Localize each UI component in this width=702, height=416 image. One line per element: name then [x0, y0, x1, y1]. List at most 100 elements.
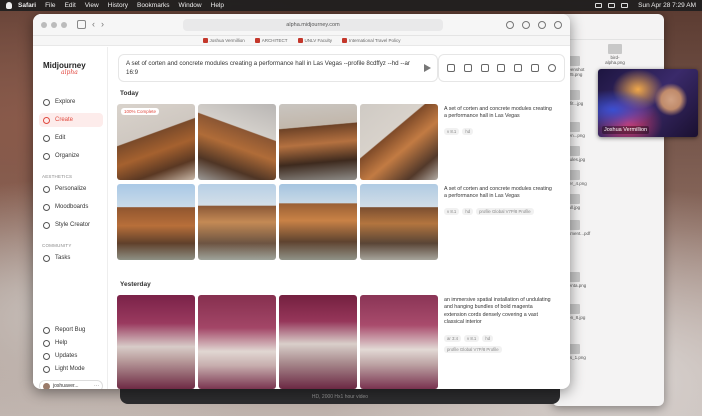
- param-tag[interactable]: hd: [482, 335, 494, 342]
- menu-window[interactable]: Window: [179, 2, 202, 9]
- grid-icon[interactable]: [530, 64, 539, 72]
- section-community: COMMUNITY: [42, 243, 72, 248]
- status-badge: 100% Complete: [121, 108, 160, 115]
- new-tab-icon[interactable]: [538, 20, 546, 29]
- generated-image[interactable]: [360, 184, 438, 260]
- generated-image[interactable]: [117, 184, 195, 260]
- forward-arrow-icon[interactable]: ›: [101, 20, 104, 29]
- thumbs-up-icon: [43, 254, 50, 262]
- prompt-description[interactable]: A set of corten and concrete modules cre…: [444, 186, 556, 201]
- menu-edit[interactable]: Edit: [65, 2, 76, 9]
- prompt-input[interactable]: A set of corten and concrete modules cre…: [118, 54, 438, 82]
- nav-label: Organize: [55, 153, 80, 159]
- nav-report-bug[interactable]: Report Bug: [39, 323, 103, 337]
- nav-style-creator[interactable]: Style Creator: [39, 218, 103, 232]
- param-tag[interactable]: profile Global V7P/8 Profile: [476, 208, 534, 215]
- nav-updates[interactable]: Updates: [39, 349, 103, 363]
- tab-overview-icon[interactable]: [554, 20, 562, 29]
- sliders-icon[interactable]: [464, 64, 473, 72]
- address-bar[interactable]: alpha.midjourney.com: [183, 19, 443, 31]
- nav-label: Updates: [55, 353, 78, 359]
- bookmark-label: ARCHITECT: [261, 38, 288, 43]
- window-minimize-button[interactable]: [51, 21, 57, 28]
- generated-image[interactable]: [279, 104, 357, 180]
- app-sidebar: Midjourney alpha Explore Create Edit Org…: [33, 47, 108, 389]
- battery-icon[interactable]: [595, 3, 603, 8]
- prompt-description[interactable]: A set of corten and concrete modules cre…: [444, 106, 556, 121]
- nav-explore[interactable]: Explore: [39, 95, 103, 109]
- user-name: joshuaver...: [53, 383, 79, 389]
- user-account-button[interactable]: joshuaver... ···: [39, 380, 103, 389]
- generated-image[interactable]: [198, 104, 276, 180]
- param-tag[interactable]: ar 3:4: [444, 335, 461, 342]
- bookmark-item[interactable]: Joshua Vermillion: [202, 38, 245, 43]
- download-icon[interactable]: [506, 20, 514, 29]
- wifi-icon[interactable]: [608, 3, 616, 8]
- generated-image[interactable]: [279, 295, 357, 389]
- more-icon[interactable]: ···: [94, 383, 99, 389]
- param-tag[interactable]: hd: [462, 128, 474, 135]
- share-icon[interactable]: [522, 20, 530, 29]
- prompt-description[interactable]: an immersive spatial installation of und…: [444, 297, 556, 326]
- safari-window[interactable]: ‹ › alpha.midjourney.com Joshua Vermilli…: [33, 14, 570, 389]
- sidebar-toggle-icon[interactable]: [77, 20, 86, 29]
- window-zoom-button[interactable]: [61, 21, 67, 28]
- moodboard-icon: [43, 203, 50, 211]
- param-tag[interactable]: hd: [462, 208, 474, 215]
- chat-icon[interactable]: [514, 64, 523, 72]
- sliders-icon: [43, 185, 50, 193]
- control-center-icon[interactable]: [621, 3, 629, 8]
- webcam-overlay: Joshua Vermillion: [598, 69, 698, 137]
- apple-icon[interactable]: [6, 2, 12, 9]
- menu-view[interactable]: View: [85, 2, 99, 9]
- avatar: [43, 382, 50, 389]
- generated-image[interactable]: [198, 184, 276, 260]
- nav-help[interactable]: Help: [39, 336, 103, 350]
- menu-help[interactable]: Help: [211, 2, 224, 9]
- image-settings-icon[interactable]: [447, 64, 456, 72]
- param-tag[interactable]: v 8.1: [444, 128, 460, 135]
- menu-bookmarks[interactable]: Bookmarks: [137, 2, 170, 9]
- bookmark-label: International Travel Policy: [348, 38, 401, 43]
- nav-moodboards[interactable]: Moodboards: [39, 200, 103, 214]
- file-thumbnail: [608, 44, 622, 54]
- window-close-button[interactable]: [41, 21, 47, 28]
- bookmark-item[interactable]: UNLV Faculty: [297, 38, 332, 43]
- nav-tasks[interactable]: Tasks: [39, 251, 103, 265]
- send-icon[interactable]: [424, 64, 431, 72]
- nav-edit[interactable]: Edit: [39, 131, 103, 145]
- nav-label: Create: [55, 117, 74, 123]
- nav-create[interactable]: Create: [39, 113, 103, 127]
- back-arrow-icon[interactable]: ‹: [92, 20, 95, 29]
- bookmark-favicon: [254, 38, 260, 43]
- filter-icon[interactable]: [497, 64, 506, 72]
- search-icon[interactable]: [547, 64, 556, 72]
- bookmark-label: Joshua Vermillion: [209, 38, 245, 43]
- bookmark-item[interactable]: ARCHITECT: [254, 38, 288, 43]
- folder-icon[interactable]: [480, 64, 489, 72]
- param-tag[interactable]: v 8.1: [444, 208, 460, 215]
- nav-label: Help: [55, 340, 68, 346]
- menubar-clock[interactable]: Sun Apr 28 7:29 AM: [638, 2, 696, 9]
- menu-history[interactable]: History: [108, 2, 128, 9]
- nav-light-mode[interactable]: Light Mode: [39, 362, 103, 376]
- generated-image[interactable]: [279, 184, 357, 260]
- nav-label: Personalize: [55, 186, 87, 192]
- generated-image[interactable]: [360, 104, 438, 180]
- generated-image[interactable]: [117, 295, 195, 389]
- nav-label: Style Creator: [55, 222, 91, 228]
- bookmarks-bar: Joshua Vermillion ARCHITECT UNLV Faculty…: [33, 36, 570, 46]
- generated-image[interactable]: 100% Complete: [117, 104, 195, 180]
- menu-file[interactable]: File: [45, 2, 55, 9]
- nav-organize[interactable]: Organize: [39, 149, 103, 163]
- menubar-app-name[interactable]: Safari: [18, 2, 36, 9]
- nav-personalize[interactable]: Personalize: [39, 182, 103, 196]
- bookmark-item[interactable]: International Travel Policy: [341, 38, 401, 43]
- help-icon: [43, 339, 50, 347]
- param-tag[interactable]: v 8.1: [464, 335, 480, 342]
- param-tags: v 8.1 hd profile Global V7P/8 Profile: [444, 208, 534, 215]
- finder-file[interactable]: bird-alpha.png: [602, 44, 628, 65]
- generated-image[interactable]: [198, 295, 276, 389]
- param-tag[interactable]: profile Global V7P/8 Profile: [444, 346, 502, 353]
- generated-image[interactable]: [360, 295, 438, 389]
